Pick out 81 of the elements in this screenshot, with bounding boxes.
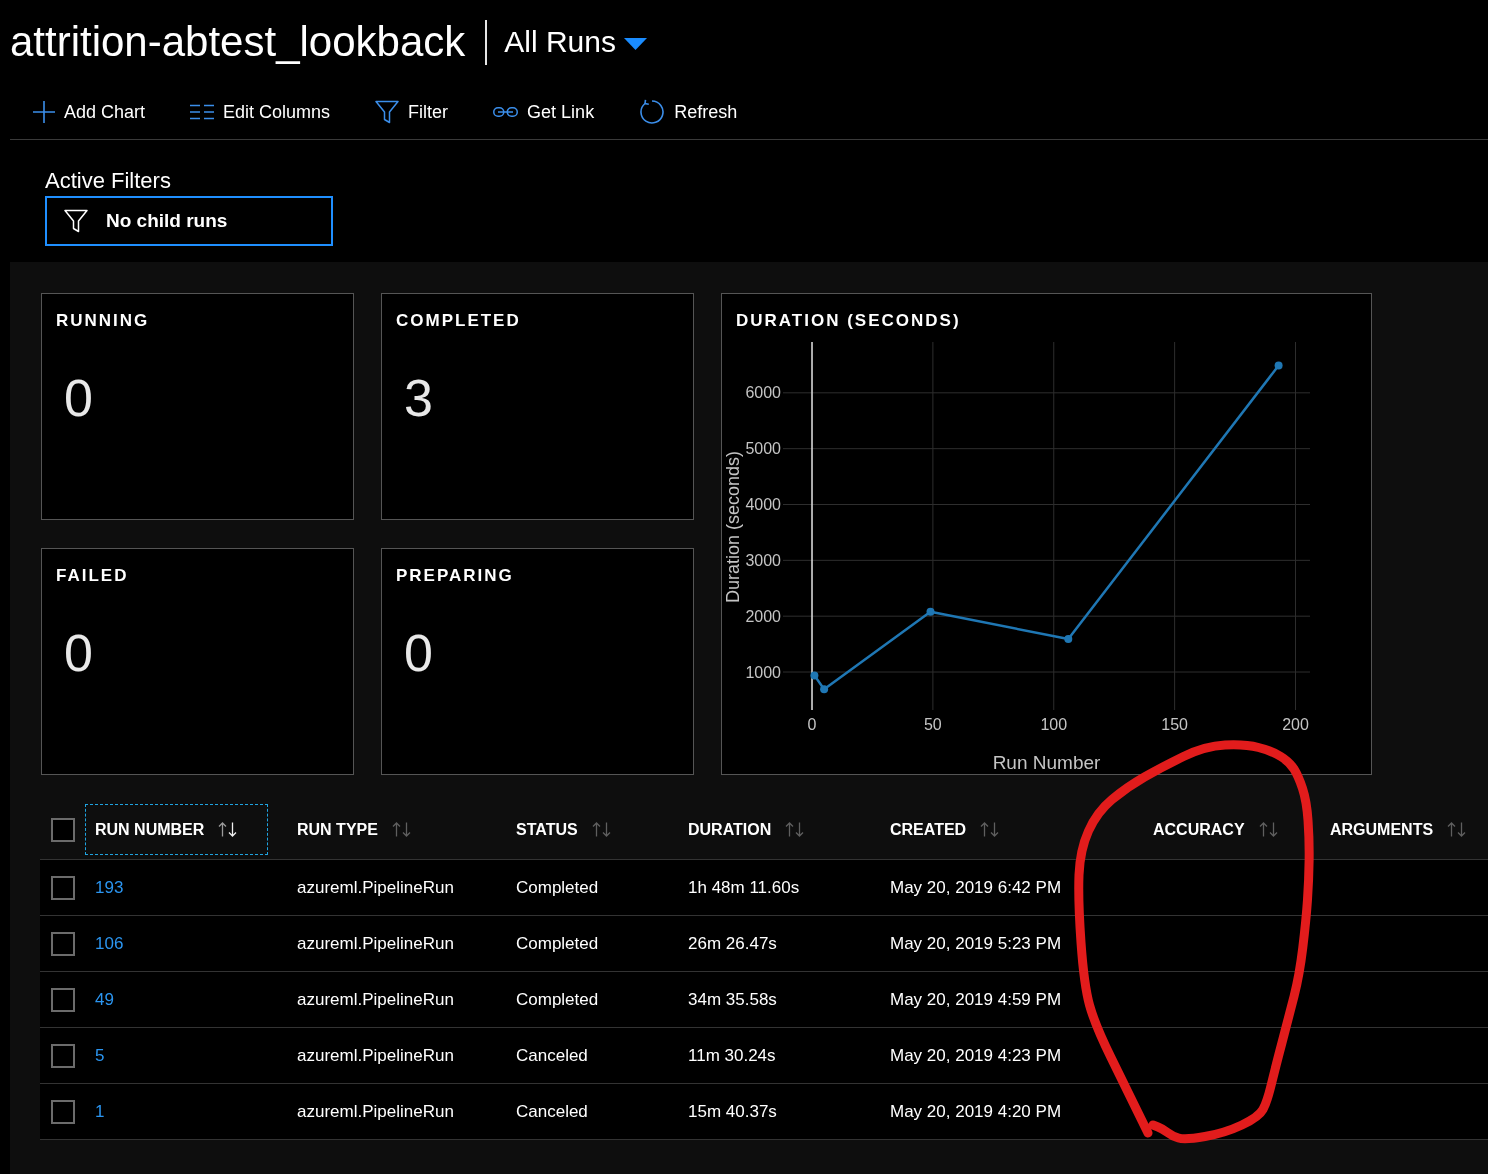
columns-icon — [190, 103, 215, 120]
filter-icon — [64, 209, 88, 233]
run-link[interactable]: 193 — [95, 874, 124, 901]
axis-tick-label: 50 — [924, 716, 942, 733]
checkbox[interactable] — [51, 817, 75, 842]
axis-tick-label: 6000 — [745, 384, 781, 402]
data-point — [1064, 635, 1073, 644]
table-cell-text: 15m 40.37s — [688, 1100, 777, 1123]
run-link[interactable]: 1 — [95, 1098, 105, 1125]
column-header[interactable]: CREATED — [880, 804, 1009, 855]
table-cell-text: May 20, 2019 4:20 PM — [890, 1100, 1062, 1123]
table-cell-text: azureml.PipelineRun — [297, 1044, 454, 1067]
axis-title: Run Number — [992, 752, 1101, 773]
table-cell-text: Canceled — [516, 1100, 588, 1123]
card-title: RUNNING — [56, 310, 150, 332]
checkbox[interactable] — [51, 987, 75, 1012]
section-label: Active Filters — [45, 168, 171, 194]
checkbox[interactable] — [51, 875, 75, 900]
view-dropdown[interactable]: All Runs — [504, 27, 647, 57]
column-header[interactable]: STATUS — [506, 804, 620, 855]
table-cell-text: azureml.PipelineRun — [297, 1100, 454, 1123]
axis-tick-label: 5000 — [745, 440, 781, 458]
table-cell-text: May 20, 2019 4:23 PM — [890, 1044, 1062, 1067]
table-cell-text: azureml.PipelineRun — [297, 932, 454, 955]
data-point — [926, 607, 935, 616]
filter-icon — [375, 99, 400, 124]
toolbar-button[interactable]: Add Chart — [33, 100, 146, 123]
toolbar-button[interactable]: Edit Columns — [190, 102, 331, 121]
axis-title: Duration (seconds) — [723, 450, 743, 604]
data-point — [810, 671, 819, 680]
table-cell-text: May 20, 2019 4:59 PM — [890, 988, 1062, 1011]
table-cell-text: 1h 48m 11.60s — [688, 876, 800, 899]
toolbar-button[interactable]: Get Link — [493, 102, 595, 121]
axis-tick-label: 3000 — [745, 551, 781, 569]
card-value: 0 — [64, 627, 93, 679]
column-header[interactable]: RUN NUMBER — [85, 804, 268, 855]
card-value: 0 — [64, 372, 93, 424]
column-header[interactable]: RUN TYPE — [287, 804, 420, 855]
table-cell-text: Completed — [516, 932, 599, 955]
checkbox[interactable] — [51, 1099, 75, 1124]
page-title: attrition-abtest_lookback — [10, 21, 466, 63]
table-cell-text: azureml.PipelineRun — [297, 988, 454, 1011]
axis-tick-label: 0 — [807, 716, 817, 733]
chart-title: DURATION (SECONDS) — [736, 310, 961, 332]
filter-chip[interactable]: No child runs — [45, 196, 333, 246]
run-link[interactable]: 106 — [95, 930, 124, 957]
toolbar-button[interactable]: Filter — [375, 99, 449, 124]
axis-tick-label: 2000 — [745, 607, 781, 625]
card-value: 0 — [404, 627, 433, 679]
table-cell-text: Completed — [516, 876, 599, 899]
refresh-icon — [639, 98, 666, 125]
table-cell-text: Completed — [516, 988, 599, 1011]
table-cell-text: 34m 35.58s — [688, 988, 777, 1011]
table-cell-text: 26m 26.47s — [688, 932, 777, 955]
data-point — [820, 685, 829, 694]
axis-tick-label: 1000 — [745, 663, 781, 681]
checkbox[interactable] — [51, 931, 75, 956]
data-point — [1274, 361, 1283, 370]
card-value: 3 — [404, 372, 433, 424]
plus-icon — [33, 100, 55, 123]
card-title: FAILED — [56, 565, 129, 587]
table-cell-text: May 20, 2019 5:23 PM — [890, 932, 1062, 955]
table-cell-text: 11m 30.24s — [688, 1044, 776, 1067]
card-title: PREPARING — [396, 565, 514, 587]
checkbox[interactable] — [51, 1043, 75, 1068]
table-cell-text: azureml.PipelineRun — [297, 876, 454, 899]
run-link[interactable]: 5 — [95, 1042, 105, 1069]
table-cell-text: Canceled — [516, 1044, 588, 1067]
toolbar-button[interactable]: Refresh — [639, 98, 738, 125]
column-header[interactable]: ACCURACY — [1143, 804, 1287, 855]
caret-icon — [624, 38, 647, 50]
card-title: COMPLETED — [396, 310, 521, 332]
axis-tick-label: 100 — [1040, 716, 1068, 733]
axis-tick-label: 4000 — [745, 496, 781, 513]
axis-tick-label: 200 — [1282, 716, 1309, 733]
link-icon — [493, 106, 519, 117]
column-header[interactable]: DURATION — [678, 804, 814, 855]
axis-tick-label: 150 — [1161, 716, 1188, 733]
table-cell-text: May 20, 2019 6:42 PM — [890, 876, 1062, 899]
run-link[interactable]: 49 — [95, 986, 114, 1013]
column-header[interactable]: ARGUMENTS — [1320, 804, 1476, 855]
